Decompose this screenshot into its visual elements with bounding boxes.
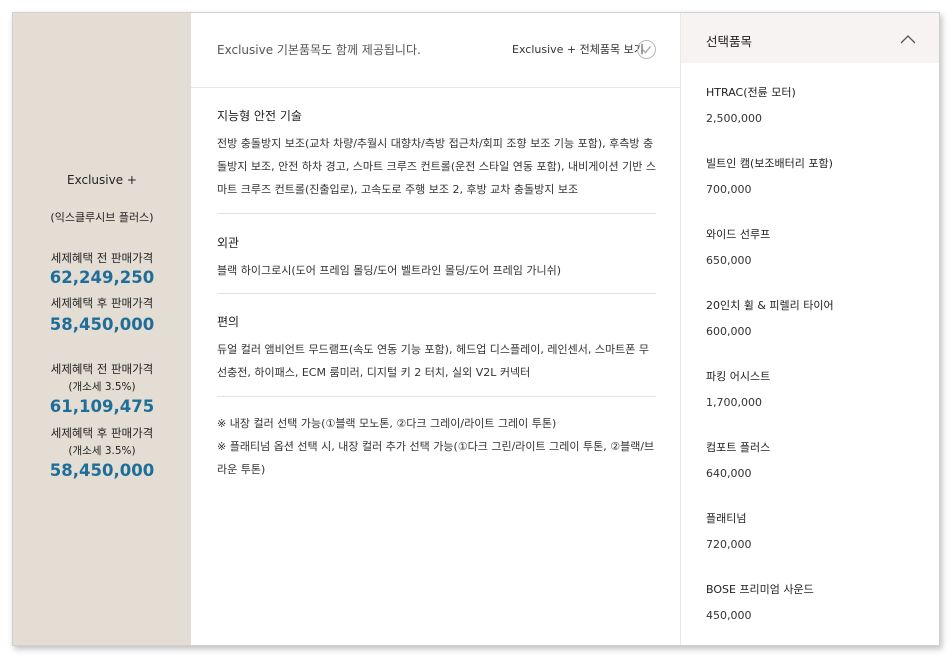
options-title: 선택품목 bbox=[706, 34, 753, 49]
price-value: 58,450,000 bbox=[49, 315, 155, 334]
included-features: Exclusive 기본품목도 함께 제공됩니다. Exclusive + 전체… bbox=[191, 13, 680, 645]
section-body: 전방 충돌방지 보조(교차 차량/추월시 대향차/측방 접근차/회피 조향 보조… bbox=[217, 137, 656, 196]
price-label: 세제혜택 전 판매가격 bbox=[50, 362, 154, 376]
option-price: 640,000 bbox=[706, 467, 752, 480]
option-price: 600,000 bbox=[706, 325, 752, 338]
tax-note: (개소세 3.5%) bbox=[68, 445, 136, 457]
price-label: 세제혜택 후 판매가격 bbox=[50, 296, 154, 310]
features-header: Exclusive 기본품목도 함께 제공됩니다. Exclusive + 전체… bbox=[191, 13, 680, 88]
option-name: 파킹 어시스트 bbox=[706, 370, 771, 383]
price-label: 세제혜택 전 판매가격 bbox=[50, 251, 154, 265]
interior-color-notes: ※ 내장 컬러 선택 가능(①블랙 모노톤, ②다크 그레이/라이트 그레이 투… bbox=[217, 412, 656, 481]
option-name: 20인치 휠 & 피렐리 타이어 bbox=[706, 299, 834, 312]
section-body: 듀얼 컬러 앰비언트 무드램프(속도 연동 기능 포함), 헤드업 디스플레이,… bbox=[217, 343, 649, 379]
price-value: 62,249,250 bbox=[49, 268, 155, 287]
option-name: 빌트인 캠(보조배터리 포함) bbox=[706, 157, 833, 170]
option-item: 와이드 선루프 650,000 bbox=[706, 226, 770, 267]
option-name: HTRAC(전륜 모터) bbox=[706, 86, 796, 99]
section-title: 지능형 안전 기술 bbox=[217, 109, 302, 123]
price-value: 58,450,000 bbox=[49, 461, 155, 480]
option-item: 파킹 어시스트 1,700,000 bbox=[706, 368, 770, 409]
divider bbox=[217, 293, 656, 294]
option-price: 720,000 bbox=[706, 538, 752, 551]
chevron-up-icon[interactable] bbox=[900, 29, 916, 48]
option-item: BOSE 프리미엄 사운드 450,000 bbox=[706, 581, 814, 622]
option-name: BOSE 프리미엄 사운드 bbox=[706, 583, 814, 596]
price-value: 61,109,475 bbox=[49, 397, 155, 416]
trim-summary: Exclusive + (익스클루시브 플러스) 세제혜택 전 판매가격 62,… bbox=[13, 13, 191, 645]
feature-section-safety: 지능형 안전 기술 전방 충돌방지 보조(교차 차량/추월시 대향차/측방 접근… bbox=[217, 107, 656, 201]
feature-section-convenience: 편의 듀얼 컬러 앰비언트 무드램프(속도 연동 기능 포함), 헤드업 디스플… bbox=[217, 313, 656, 384]
option-price: 650,000 bbox=[706, 254, 752, 267]
color-note: ※ 플래티넘 옵션 선택 시, 내장 컬러 추가 선택 가능(①다크 그린/라이… bbox=[217, 440, 655, 476]
section-title: 편의 bbox=[217, 315, 240, 329]
trim-name: Exclusive + bbox=[67, 173, 137, 187]
option-item: 20인치 휠 & 피렐리 타이어 600,000 bbox=[706, 297, 834, 338]
option-name: 와이드 선루프 bbox=[706, 228, 771, 241]
trim-korean-name: (익스클루시브 플러스) bbox=[50, 211, 154, 224]
view-all-features-link[interactable]: Exclusive + 전체품목 보기 bbox=[512, 41, 644, 57]
price-label: 세제혜택 후 판매가격 bbox=[50, 426, 154, 440]
option-price: 1,700,000 bbox=[706, 396, 762, 409]
tax-note: (개소세 3.5%) bbox=[68, 381, 136, 393]
option-name: 컴포트 플러스 bbox=[706, 441, 771, 454]
option-item: 컴포트 플러스 640,000 bbox=[706, 439, 770, 480]
option-name: 플래티넘 bbox=[706, 512, 747, 525]
selected-options-panel: 선택품목 HTRAC(전륜 모터) 2,500,000 빌트인 캠(보조배터리 … bbox=[680, 13, 939, 645]
option-item: 플래티넘 720,000 bbox=[706, 510, 752, 551]
divider bbox=[217, 213, 656, 214]
color-note: ※ 내장 컬러 선택 가능(①블랙 모노톤, ②다크 그레이/라이트 그레이 투… bbox=[217, 417, 557, 430]
option-price: 2,500,000 bbox=[706, 112, 762, 125]
options-header[interactable]: 선택품목 bbox=[681, 13, 939, 63]
option-item: HTRAC(전륜 모터) 2,500,000 bbox=[706, 84, 796, 125]
section-body: 블랙 하이그로시(도어 프레임 몰딩/도어 벨트라인 몰딩/도어 프레임 가니쉬… bbox=[217, 264, 562, 277]
option-price: 700,000 bbox=[706, 183, 752, 196]
feature-section-exterior: 외관 블랙 하이그로시(도어 프레임 몰딩/도어 벨트라인 몰딩/도어 프레임 … bbox=[217, 234, 656, 282]
included-note: Exclusive 기본품목도 함께 제공됩니다. bbox=[217, 43, 421, 57]
option-item: 빌트인 캠(보조배터리 포함) 700,000 bbox=[706, 155, 833, 196]
check-circle-icon[interactable] bbox=[637, 40, 656, 59]
trim-detail-panel: Exclusive + (익스클루시브 플러스) 세제혜택 전 판매가격 62,… bbox=[12, 12, 940, 646]
divider bbox=[217, 396, 656, 397]
option-price: 450,000 bbox=[706, 609, 752, 622]
section-title: 외관 bbox=[217, 236, 240, 250]
